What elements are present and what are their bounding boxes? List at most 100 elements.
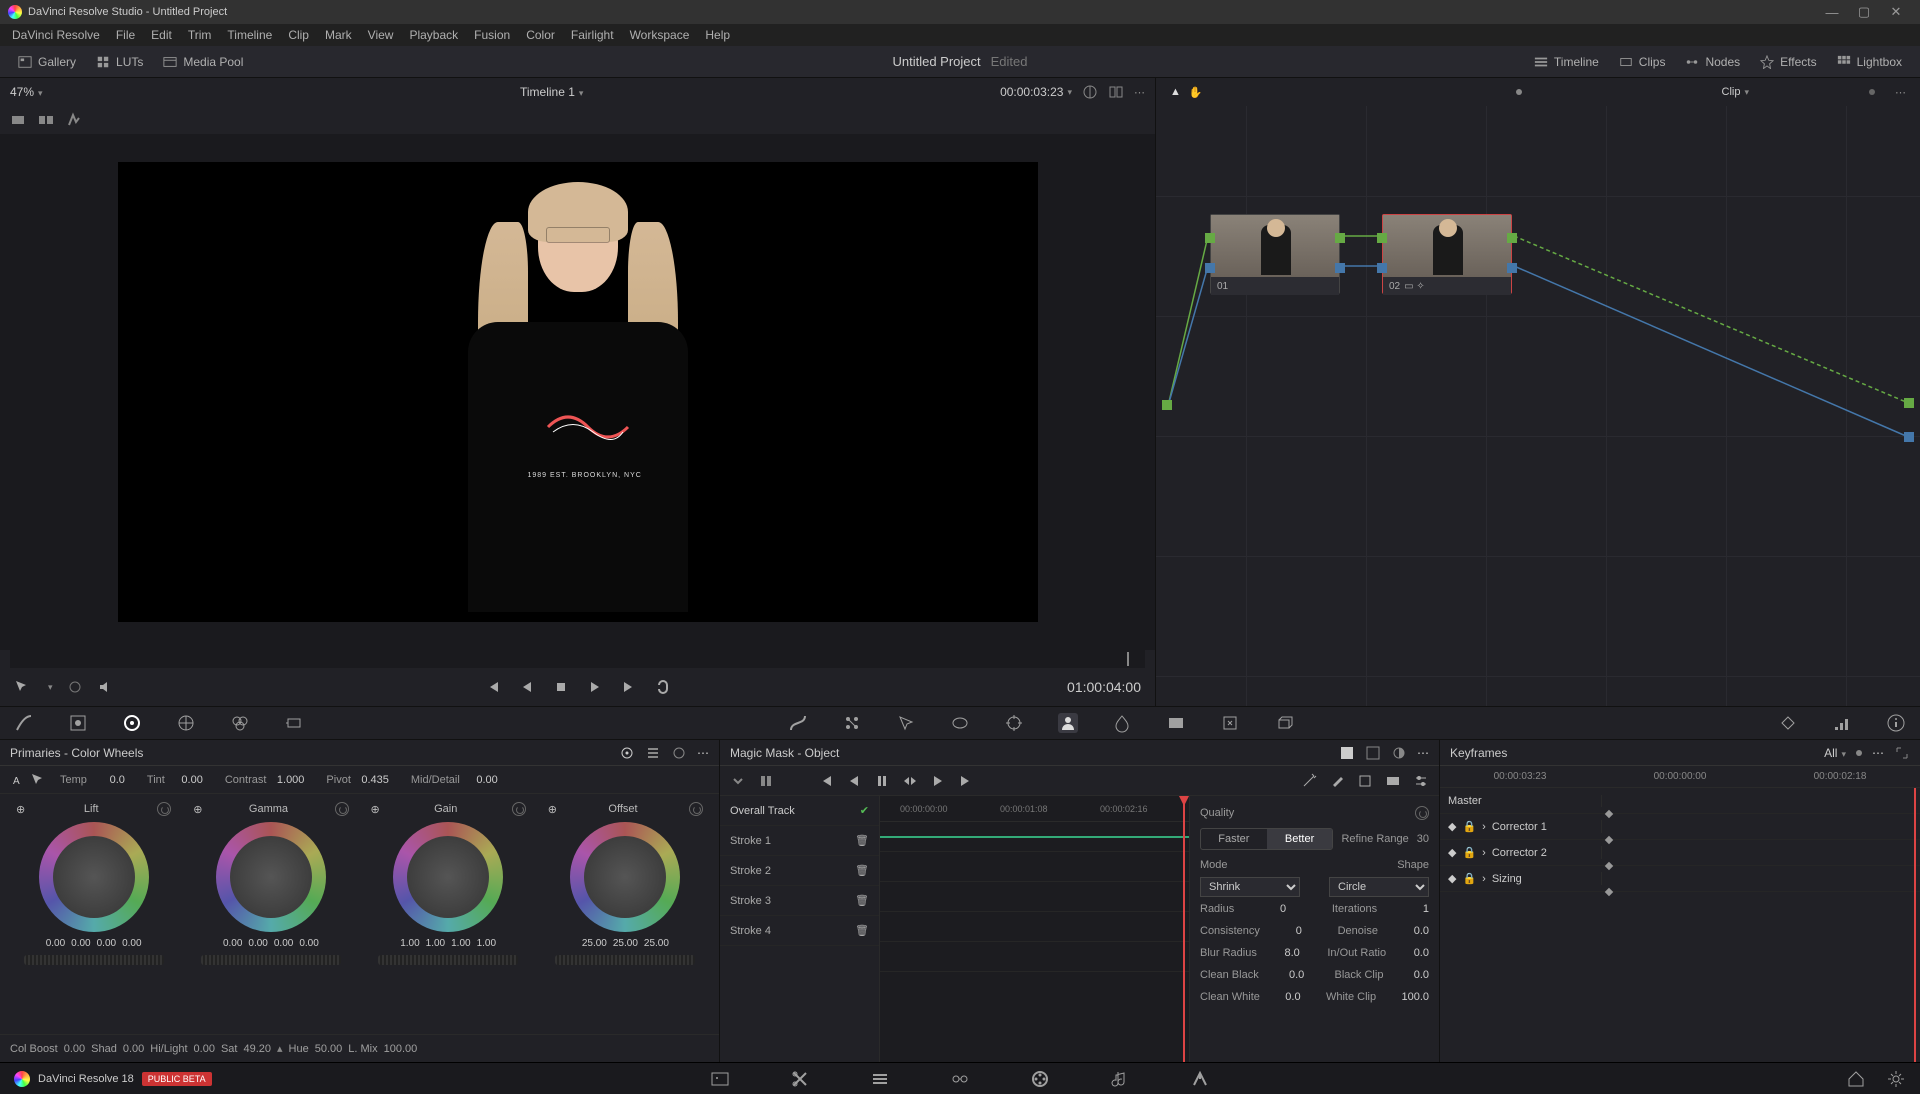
lmix-value[interactable]: 100.00 (384, 1043, 418, 1055)
pan-tool-icon[interactable]: ✋ (1189, 86, 1203, 99)
mute-icon[interactable] (97, 679, 113, 695)
menu-edit[interactable]: Edit (143, 28, 180, 42)
menu-playback[interactable]: Playback (401, 28, 466, 42)
menu-view[interactable]: View (360, 28, 402, 42)
menu-help[interactable]: Help (697, 28, 738, 42)
shad-value[interactable]: 0.00 (123, 1043, 144, 1055)
mask-settings-icon[interactable] (1413, 773, 1429, 789)
mode-select[interactable]: Shrink (1200, 877, 1300, 897)
gamma-reset-button[interactable] (335, 802, 349, 816)
hdr-wheels-tab-icon[interactable] (176, 713, 196, 733)
white-clip-value[interactable]: 100.0 (1401, 991, 1429, 1003)
mediapool-button[interactable]: Media Pool (153, 46, 253, 77)
timeline-name[interactable]: Timeline 1▾ (520, 85, 583, 99)
menu-workspace[interactable]: Workspace (622, 28, 698, 42)
mask-mode-b-icon[interactable] (1365, 745, 1381, 761)
gamma-jog[interactable] (201, 955, 341, 965)
fusion-page-icon[interactable] (950, 1069, 970, 1089)
node-02[interactable]: 02▭ ✧ (1382, 214, 1512, 294)
sat-value[interactable]: 49.20 (243, 1043, 271, 1055)
play-button[interactable] (587, 679, 603, 695)
menu-trim[interactable]: Trim (180, 28, 220, 42)
maximize-button[interactable]: ▢ (1848, 4, 1880, 20)
consistency-value[interactable]: 0 (1296, 925, 1302, 937)
radius-value[interactable]: 0 (1280, 903, 1286, 915)
mask-brush-icon[interactable] (1329, 773, 1345, 789)
effects-button[interactable]: Effects (1750, 46, 1826, 77)
window-tab-icon[interactable] (950, 713, 970, 733)
nodes-button[interactable]: Nodes (1675, 46, 1750, 77)
kf-corrector1-row[interactable]: ◆🔒›Corrector 1 (1440, 814, 1920, 840)
viewer-options-icon[interactable]: ⋯ (1134, 86, 1145, 99)
offset-reset-button[interactable] (689, 802, 703, 816)
gain-jog[interactable] (378, 955, 518, 965)
cut-page-icon[interactable] (790, 1069, 810, 1089)
kf-master-row[interactable]: Master (1440, 788, 1920, 814)
mask-toggle-down-icon[interactable] (730, 773, 746, 789)
mask-track-first-button[interactable] (818, 773, 834, 789)
unmix-icon[interactable] (67, 679, 83, 695)
hilight-value[interactable]: 0.00 (194, 1043, 215, 1055)
lift-wheel[interactable] (39, 822, 149, 932)
close-button[interactable]: ✕ (1880, 4, 1912, 20)
menu-timeline[interactable]: Timeline (219, 28, 280, 42)
trash-icon[interactable]: 🗑 (855, 924, 869, 937)
curves-tab-icon[interactable] (14, 713, 34, 733)
stop-button[interactable] (553, 679, 569, 695)
viewer-mode-b-icon[interactable] (38, 112, 54, 128)
offset-jog[interactable] (555, 955, 695, 965)
graph-output-alpha[interactable] (1904, 432, 1914, 442)
first-frame-button[interactable] (485, 679, 501, 695)
primaries-options-icon[interactable]: ⋯ (697, 746, 709, 760)
quality-reset-button[interactable] (1415, 806, 1429, 820)
offset-wheel[interactable] (570, 822, 680, 932)
play-reverse-button[interactable] (519, 679, 535, 695)
node-01[interactable]: 01 (1210, 214, 1340, 294)
denoise-value[interactable]: 0.0 (1414, 925, 1429, 937)
info-tab-icon[interactable] (1886, 713, 1906, 733)
menu-davinci[interactable]: DaVinci Resolve (4, 28, 108, 42)
mask-track-fwd-button[interactable] (930, 773, 946, 789)
warper-tab-icon[interactable] (842, 713, 862, 733)
gamma-wheel[interactable] (216, 822, 326, 932)
graph-output-rgb[interactable] (1904, 398, 1914, 408)
motion-tab-icon[interactable] (284, 713, 304, 733)
pick-wb-icon[interactable] (30, 772, 46, 788)
mask-wand-icon[interactable] (1301, 773, 1317, 789)
tint-value[interactable]: 0.00 (169, 774, 203, 786)
key-tab-icon[interactable] (1166, 713, 1186, 733)
timeline-button[interactable]: Timeline (1524, 46, 1609, 77)
kf-corrector2-row[interactable]: ◆🔒›Corrector 2 (1440, 840, 1920, 866)
shape-select[interactable]: Circle (1329, 877, 1429, 897)
bars-mode-icon[interactable] (645, 745, 661, 761)
mask-playhead[interactable] (1183, 796, 1185, 1062)
mask-options-icon[interactable]: ⋯ (1417, 746, 1429, 760)
kf-sizing-row[interactable]: ◆🔒›Sizing (1440, 866, 1920, 892)
mask-track-pause-button[interactable] (874, 773, 890, 789)
node-canvas[interactable]: 01 02▭ ✧ (1156, 106, 1920, 706)
qualifier-tab-icon[interactable] (68, 713, 88, 733)
color-wheels-tab-icon[interactable] (122, 713, 142, 733)
lift-jog[interactable] (24, 955, 164, 965)
sizing-tab-icon[interactable] (1220, 713, 1240, 733)
trash-icon[interactable]: 🗑 (855, 864, 869, 877)
mask-onion-icon[interactable] (758, 773, 774, 789)
scopes-tab-icon[interactable] (1832, 713, 1852, 733)
pointer-tool-icon[interactable]: ▲ (1170, 86, 1181, 98)
mask-track-both-button[interactable] (902, 773, 918, 789)
lift-picker-icon[interactable]: ⊕ (16, 803, 25, 816)
wheels-mode-icon[interactable] (619, 745, 635, 761)
mask-invert-icon[interactable] (1391, 745, 1407, 761)
viewer-timecode[interactable]: 00:00:03:23 (1000, 85, 1063, 99)
blur-tab-icon[interactable] (1112, 713, 1132, 733)
stroke-4-row[interactable]: Stroke 4🗑 (720, 916, 879, 946)
mask-track-rev-button[interactable] (846, 773, 862, 789)
kf-options-icon[interactable]: ⋯ (1872, 746, 1884, 760)
kf-all-dropdown[interactable]: All▾ (1824, 746, 1846, 760)
stroke-3-row[interactable]: Stroke 3🗑 (720, 886, 879, 916)
pivot-value[interactable]: 0.435 (355, 774, 389, 786)
gallery-button[interactable]: Gallery (8, 46, 86, 77)
middetail-value[interactable]: 0.00 (464, 774, 498, 786)
quality-segmented[interactable]: FasterBetter (1200, 828, 1333, 850)
fairlight-page-icon[interactable] (1110, 1069, 1130, 1089)
